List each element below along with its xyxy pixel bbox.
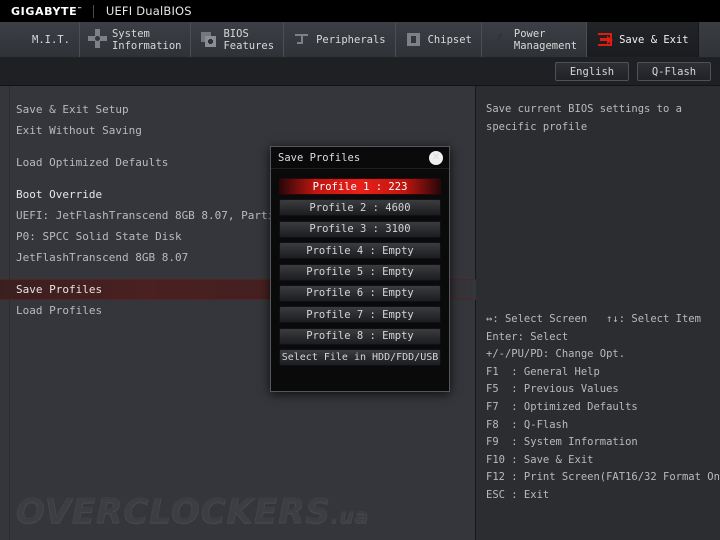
dialog-title: Save Profiles bbox=[278, 151, 361, 164]
tab-label: Chipset bbox=[427, 33, 472, 46]
tab-label: Peripherals bbox=[316, 33, 386, 46]
legend-line: ESC : Exit bbox=[486, 488, 550, 501]
legend-line: Enter: Select bbox=[486, 330, 569, 343]
exit-icon bbox=[596, 31, 614, 48]
dial-icon bbox=[9, 31, 26, 48]
tab-label: System Information bbox=[111, 27, 182, 52]
profile-row-7[interactable]: Profile 7 : Empty bbox=[279, 306, 441, 324]
dialog-body: Profile 1 : 223 Profile 2 : 4600 Profile… bbox=[271, 169, 449, 374]
tab-system-information[interactable]: System Information bbox=[79, 22, 192, 57]
chipset-icon bbox=[405, 31, 422, 48]
profile-row-6[interactable]: Profile 6 : Empty bbox=[279, 284, 441, 302]
chips-icon bbox=[200, 31, 217, 48]
bios-screen: GIGABYTE™ UEFI DualBIOS M.I.T. System In… bbox=[0, 0, 720, 540]
profile-row-1[interactable]: Profile 1 : 223 bbox=[279, 178, 441, 195]
legend-line: F9 : System Information bbox=[486, 436, 638, 449]
tab-save-and-exit[interactable]: Save & Exit bbox=[587, 22, 699, 57]
key-legend: ↔: Select Screen ↑↓: Select Item Enter: … bbox=[486, 311, 720, 505]
site-watermark: OVERCLOCKERS.ua bbox=[16, 492, 370, 533]
tab-bios-features[interactable]: BIOS Features bbox=[191, 22, 285, 57]
qflash-button[interactable]: Q-Flash bbox=[637, 62, 711, 81]
plug-icon bbox=[293, 31, 310, 48]
menu-item-save-exit-setup[interactable]: Save & Exit Setup bbox=[0, 99, 476, 120]
sub-toolbar: English Q-Flash bbox=[0, 58, 720, 86]
legend-line: F1 : General Help bbox=[486, 365, 600, 378]
gear-icon bbox=[89, 31, 106, 48]
legend-line: ↔: Select Screen ↑↓: Select Item bbox=[486, 313, 701, 325]
tab-power-management[interactable]: Power Management bbox=[481, 22, 588, 57]
trademark-symbol: ™ bbox=[77, 5, 83, 12]
legend-line: F7 : Optimized Defaults bbox=[486, 400, 638, 413]
tab-label: BIOS Features bbox=[223, 27, 275, 52]
help-pane: Save current BIOS settings to a specific… bbox=[477, 86, 720, 540]
profile-row-4[interactable]: Profile 4 : Empty bbox=[279, 242, 441, 260]
watermark-suffix: .ua bbox=[330, 504, 370, 529]
menu-item-exit-without-saving[interactable]: Exit Without Saving bbox=[0, 120, 476, 141]
help-description: Save current BIOS settings to a specific… bbox=[486, 103, 682, 133]
tab-peripherals[interactable]: Peripherals bbox=[284, 22, 396, 57]
dialog-title-bar: Save Profiles ✕ bbox=[271, 147, 449, 169]
legend-line: +/-/PU/PD: Change Opt. bbox=[486, 348, 626, 361]
tab-label: Power Management bbox=[513, 27, 578, 52]
profile-row-2[interactable]: Profile 2 : 4600 bbox=[279, 199, 441, 217]
profile-row-8[interactable]: Profile 8 : Empty bbox=[279, 327, 441, 345]
power-icon bbox=[491, 31, 508, 48]
legend-line: F8 : Q-Flash bbox=[486, 418, 569, 431]
tab-label: M.I.T. bbox=[32, 33, 70, 46]
gigabyte-logo: GIGABYTE™ bbox=[11, 4, 83, 18]
main-tab-bar: M.I.T. System Information BIOS Features … bbox=[0, 22, 720, 58]
save-profiles-dialog: Save Profiles ✕ Profile 1 : 223 Profile … bbox=[270, 146, 450, 392]
brand-subtitle: UEFI DualBIOS bbox=[105, 4, 192, 18]
brand-divider bbox=[92, 4, 94, 18]
profile-row-3[interactable]: Profile 3 : 3100 bbox=[279, 220, 441, 238]
legend-line: F12 : Print Screen(FAT16/32 Format Only) bbox=[486, 471, 720, 484]
close-icon[interactable]: ✕ bbox=[429, 150, 443, 165]
language-button[interactable]: English bbox=[555, 62, 629, 81]
brand-bar: GIGABYTE™ UEFI DualBIOS bbox=[0, 0, 720, 22]
profile-row-5[interactable]: Profile 5 : Empty bbox=[279, 263, 441, 281]
legend-line: F5 : Previous Values bbox=[486, 383, 619, 396]
tab-label: Save & Exit bbox=[619, 33, 689, 46]
select-file-option[interactable]: Select File in HDD/FDD/USB bbox=[279, 349, 441, 367]
tab-mit[interactable]: M.I.T. bbox=[0, 22, 80, 57]
tab-chipset[interactable]: Chipset bbox=[395, 22, 482, 57]
legend-line: F10 : Save & Exit bbox=[486, 453, 594, 466]
